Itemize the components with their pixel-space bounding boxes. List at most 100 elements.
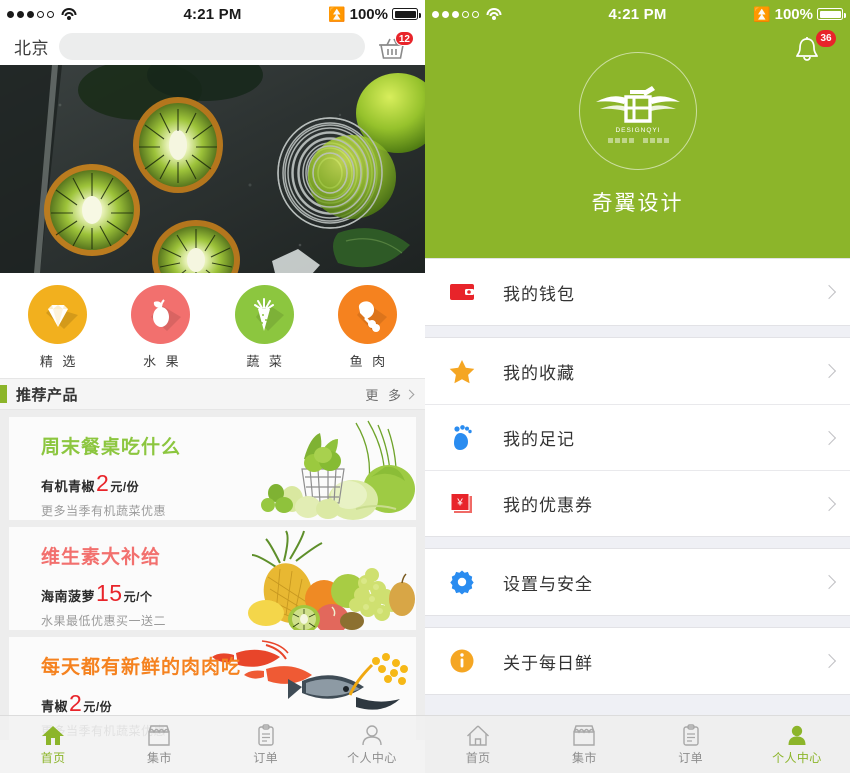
hero-banner[interactable] <box>0 65 425 273</box>
signal-strength-icon <box>432 10 479 18</box>
promo-card-text: 周末餐桌吃什么 有机青椒 2 元/份 更多当季有机蔬菜优惠 <box>9 417 181 520</box>
menu-group: 设置与安全 <box>425 548 850 616</box>
tab-market[interactable]: 集市 <box>531 716 637 773</box>
tab-label: 首页 <box>40 750 66 765</box>
chevron-right-icon <box>821 363 837 379</box>
cart-button[interactable]: 12 <box>375 30 414 63</box>
menu-item-about[interactable]: 关于每日鲜 <box>425 628 850 694</box>
chicken-leg-icon <box>337 285 397 344</box>
status-bar-left-group <box>432 8 552 20</box>
tab-orders[interactable]: 订单 <box>213 716 319 773</box>
brand-block: DESIGNQYI 奇翼设计 <box>425 52 850 217</box>
menu-item-settings[interactable]: 设置与安全 <box>425 549 850 615</box>
promo-card-text: 维生素大补给 海南菠萝 15 元/个 水果最低优惠买一送二 <box>9 527 166 630</box>
menu-item-label: 关于每日鲜 <box>503 653 593 673</box>
menu-divider <box>425 326 850 337</box>
battery-full-icon <box>817 8 846 20</box>
left-header-bar: 北京 12 <box>0 28 425 65</box>
tab-market[interactable]: 集市 <box>106 716 212 773</box>
pear-icon <box>131 285 191 344</box>
promo-card-title: 每天都有新鲜的肉肉吃 <box>41 657 242 678</box>
menu-item-label: 设置与安全 <box>503 574 593 594</box>
clipboard-icon <box>682 723 699 746</box>
menu-item-label: 我的足记 <box>503 430 575 449</box>
bluetooth-icon: ⏫ <box>753 6 771 22</box>
more-link[interactable]: 更 多 <box>365 385 415 404</box>
menu-item-footprints[interactable]: 我的足记 <box>425 404 850 470</box>
tab-profile[interactable]: 个人中心 <box>744 716 850 773</box>
price-value: 2 <box>96 470 110 496</box>
qiyi-wings-logo: DESIGNQYI <box>595 86 680 143</box>
menu-group: 我的收藏 我的足记 ¥ 我的优惠券 <box>425 337 850 537</box>
footprint-icon <box>447 424 477 451</box>
wifi-icon <box>486 8 502 20</box>
wallet-icon <box>447 281 477 303</box>
category-label: 鱼 肉 <box>349 354 389 369</box>
chevron-right-icon <box>821 653 837 669</box>
info-icon <box>447 648 477 674</box>
chevron-right-icon <box>821 430 837 445</box>
profile-header: 4:21 PM ⏫ 100% 36 DESIGNQYI 奇翼设计 <box>425 0 850 258</box>
category-shortcuts: 精 选 水 果 蔬 菜 鱼 肉 <box>0 273 425 378</box>
category-item-shuiguo[interactable]: 水 果 <box>109 285 212 378</box>
coupon-icon: ¥ <box>447 492 477 516</box>
tab-label: 集市 <box>571 750 597 765</box>
status-bar-left-group <box>7 8 127 20</box>
section-accent-bar <box>0 385 7 403</box>
category-item-jingxuan[interactable]: 精 选 <box>6 285 109 378</box>
menu-item-favorites[interactable]: 我的收藏 <box>425 338 850 404</box>
brand-name: 奇翼设计 <box>591 192 684 215</box>
search-input[interactable] <box>59 33 365 60</box>
battery-percent-label: 100% <box>349 5 388 23</box>
status-bar-right-group: ⏫ 100% <box>723 6 846 23</box>
promo-card[interactable]: 周末餐桌吃什么 有机青椒 2 元/份 更多当季有机蔬菜优惠 <box>9 417 416 520</box>
section-title: 推荐产品 <box>16 386 79 404</box>
price-prefix: 海南菠萝 <box>41 589 96 604</box>
promo-card-price: 青椒 2 元/份 <box>41 690 241 717</box>
kiwi-fruit-banner-image <box>0 65 425 273</box>
right-phone-screen: 4:21 PM ⏫ 100% 36 DESIGNQYI 奇翼设计 我的钱包 我的… <box>425 0 850 773</box>
clipboard-icon <box>257 723 274 746</box>
menu-item-label: 我的收藏 <box>503 363 575 383</box>
price-value: 15 <box>96 580 123 606</box>
wifi-icon <box>61 8 77 20</box>
promo-card-list: 周末餐桌吃什么 有机青椒 2 元/份 更多当季有机蔬菜优惠 维生素大补给 海南菠… <box>0 410 425 740</box>
chevron-right-icon <box>821 574 837 590</box>
signal-strength-icon <box>7 10 54 18</box>
tab-home[interactable]: 首页 <box>425 716 531 773</box>
menu-item-wallet[interactable]: 我的钱包 <box>425 259 850 325</box>
price-unit: 元/份 <box>110 480 140 494</box>
status-bar-time: 4:21 PM <box>183 5 242 23</box>
tab-orders[interactable]: 订单 <box>638 716 744 773</box>
category-label: 水 果 <box>143 354 182 369</box>
price-unit: 元/个 <box>123 590 153 604</box>
brand-logo-ring: DESIGNQYI <box>578 52 697 170</box>
menu-item-label: 我的钱包 <box>503 284 575 304</box>
promo-card-title: 周末餐桌吃什么 <box>41 437 182 458</box>
menu-item-coupons[interactable]: ¥ 我的优惠券 <box>425 470 850 536</box>
bottom-tab-bar-right: 首页 集市 订单 个人中心 <box>425 715 850 773</box>
person-icon <box>788 725 806 745</box>
city-selector[interactable]: 北京 <box>14 34 49 59</box>
gear-icon <box>447 569 477 595</box>
price-unit: 元/份 <box>83 700 113 714</box>
price-prefix: 青椒 <box>41 699 69 714</box>
more-label: 更 多 <box>365 387 404 403</box>
market-stall-icon <box>148 724 171 746</box>
category-item-yurou[interactable]: 鱼 肉 <box>316 285 419 378</box>
person-icon <box>362 724 382 745</box>
promo-card-image-vegetables <box>206 417 416 520</box>
tab-home[interactable]: 首页 <box>0 716 106 773</box>
tab-label: 订单 <box>678 750 704 765</box>
tab-profile[interactable]: 个人中心 <box>319 716 425 773</box>
category-label: 精 选 <box>39 354 79 369</box>
promo-card[interactable]: 维生素大补给 海南菠萝 15 元/个 水果最低优惠买一送二 <box>9 527 416 630</box>
price-prefix: 有机青椒 <box>41 479 96 494</box>
price-value: 2 <box>69 690 83 716</box>
category-item-shucai[interactable]: 蔬 菜 <box>213 285 316 378</box>
recommended-section-header: 推荐产品 更 多 <box>0 378 425 410</box>
menu-divider <box>425 616 850 627</box>
cart-badge: 12 <box>394 30 414 46</box>
chevron-right-icon <box>404 389 415 399</box>
status-bar-right-group: ⏫ 100% <box>298 5 421 23</box>
